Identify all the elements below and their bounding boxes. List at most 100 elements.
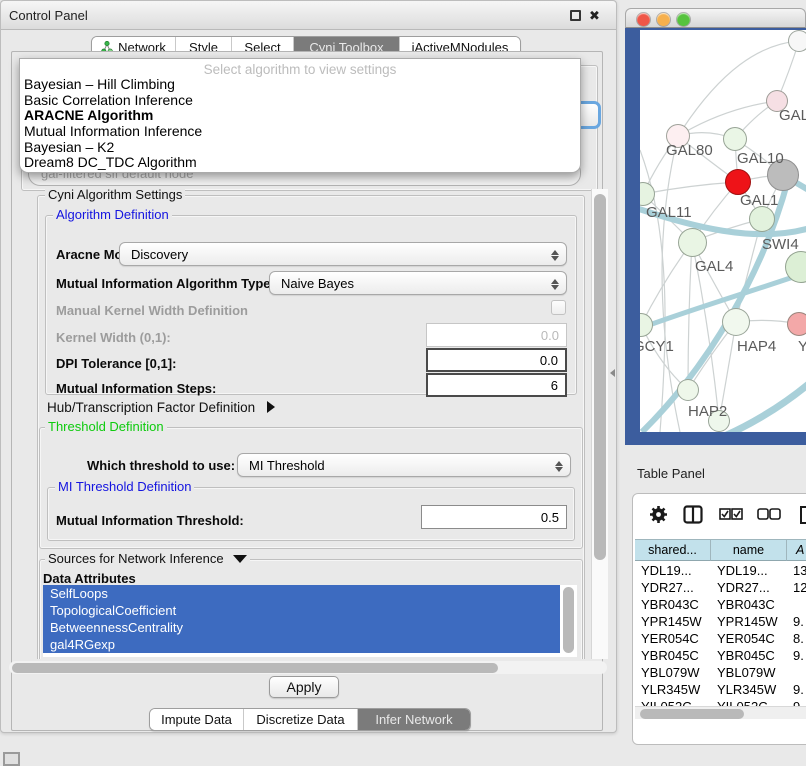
- control-panel-window: Control Panel ✖ Network Style Select: [0, 0, 617, 733]
- cell-name: YBR045C: [711, 648, 787, 663]
- manual-kernel-checkbox[interactable]: [551, 300, 566, 315]
- mi-steps-field[interactable]: 6: [426, 373, 567, 397]
- cell-shared-name: YER054C: [635, 631, 711, 646]
- window-title: Control Panel: [9, 8, 88, 23]
- cell-name: YBL079W: [711, 665, 787, 680]
- close-icon[interactable]: ✖: [589, 10, 600, 21]
- settings-scroll-viewport: Cyni Algorithm Settings Algorithm Defini…: [15, 187, 591, 659]
- chevron-down-icon: [233, 555, 247, 563]
- table-hscroll-thumb[interactable]: [640, 709, 744, 719]
- restore-panel-icon[interactable]: [3, 752, 20, 766]
- cell-name: YLR345W: [711, 682, 787, 697]
- deselect-all-icon[interactable]: [757, 508, 781, 520]
- table-row[interactable]: YLR345W YLR345W 9.: [635, 681, 806, 698]
- hub-section-label: Hub/Transcription Factor Definition: [47, 400, 255, 415]
- mi-type-value: Naive Bayes: [281, 276, 354, 291]
- algorithm-option[interactable]: Bayesian – Hill Climbing: [20, 77, 580, 93]
- tab-discretize-data[interactable]: Discretize Data: [244, 709, 358, 730]
- cell-value: 9.: [787, 648, 806, 663]
- settings-vscroll-thumb[interactable]: [594, 194, 606, 560]
- dpi-tolerance-label: DPI Tolerance [0,1]:: [56, 356, 176, 371]
- table-row[interactable]: YDL19... YDL19... 13: [635, 562, 806, 579]
- settings-hscroll-thumb[interactable]: [12, 663, 498, 673]
- list-scrollbar-thumb[interactable]: [563, 587, 574, 653]
- node-label: Y: [798, 338, 806, 355]
- network-node[interactable]: [749, 206, 775, 232]
- control-panel-titlebar[interactable]: Control Panel ✖: [1, 1, 616, 30]
- table-panel: shared... name A YDL19... YDL19... 13 YD…: [632, 493, 806, 745]
- cell-shared-name: YBR045C: [635, 648, 711, 663]
- node-label: SWI4: [762, 236, 799, 253]
- algorithm-option[interactable]: Basic Correlation Inference: [20, 93, 580, 109]
- algorithm-option[interactable]: Dream8 DC_TDC Algorithm: [20, 155, 580, 171]
- table-row[interactable]: YBR045C YBR045C 9.: [635, 647, 806, 664]
- cell-shared-name: YBL079W: [635, 665, 711, 680]
- node-label: GAL10: [737, 150, 784, 167]
- minimize-traffic-light-icon[interactable]: [657, 13, 670, 26]
- gear-icon[interactable]: [649, 505, 668, 524]
- hub-section-toggle[interactable]: Hub/Transcription Factor Definition: [47, 400, 275, 415]
- mi-threshold-label: Mutual Information Threshold:: [56, 513, 244, 528]
- column-header[interactable]: shared...: [635, 539, 711, 561]
- mi-type-label: Mutual Information Algorithm Type:: [56, 276, 275, 291]
- mi-type-combo[interactable]: Naive Bayes: [269, 271, 567, 295]
- settings-vertical-scrollbar[interactable]: [591, 189, 608, 659]
- tab-label: Impute Data: [161, 712, 232, 727]
- table-row[interactable]: YDR27... YDR27... 12: [635, 579, 806, 596]
- algorithm-option-selected[interactable]: ARACNE Algorithm: [20, 108, 580, 124]
- node-label: GAL11: [646, 204, 692, 221]
- new-table-icon[interactable]: [799, 505, 806, 525]
- mi-threshold-field[interactable]: 0.5: [421, 505, 567, 529]
- table-horizontal-scrollbar[interactable]: [635, 706, 806, 719]
- zoom-traffic-light-icon[interactable]: [677, 13, 690, 26]
- cell-shared-name: YBR043C: [635, 597, 711, 612]
- sources-group-title[interactable]: Sources for Network Inference: [45, 552, 250, 566]
- algorithm-option[interactable]: Bayesian – K2: [20, 140, 580, 156]
- cell-name: YER054C: [711, 631, 787, 646]
- which-threshold-combo[interactable]: MI Threshold: [237, 453, 571, 477]
- data-attributes-label: Data Attributes: [43, 571, 136, 586]
- network-node[interactable]: [677, 379, 699, 401]
- network-view-frame: GAL8 GAL80 GAL10 GAL1 GAL11 SWI4 GAL4 GC…: [625, 28, 806, 445]
- close-traffic-light-icon[interactable]: [637, 13, 650, 26]
- select-all-icon[interactable]: [719, 508, 743, 520]
- network-node[interactable]: [722, 308, 750, 336]
- columns-icon[interactable]: [683, 505, 703, 524]
- settings-horizontal-scrollbar[interactable]: [9, 661, 607, 674]
- network-canvas[interactable]: GAL8 GAL80 GAL10 GAL1 GAL11 SWI4 GAL4 GC…: [640, 30, 806, 432]
- list-item[interactable]: TopologicalCoefficient: [43, 602, 560, 619]
- cell-value: 13: [787, 563, 806, 578]
- network-node[interactable]: [788, 30, 806, 52]
- cell-value: 9.: [787, 682, 806, 697]
- node-label: HAP4: [737, 338, 776, 355]
- dpi-tolerance-field[interactable]: 0.0: [426, 348, 567, 372]
- settings-group-title: Cyni Algorithm Settings: [45, 188, 185, 202]
- kernel-width-field[interactable]: 0.0: [426, 323, 567, 347]
- network-window-titlebar[interactable]: [625, 8, 806, 28]
- stepper-arrows-icon: [550, 276, 559, 292]
- table-row[interactable]: YBL079W YBL079W: [635, 664, 806, 681]
- apply-button[interactable]: Apply: [269, 676, 339, 698]
- table-row[interactable]: YBR043C YBR043C: [635, 596, 806, 613]
- tab-label: Infer Network: [375, 712, 452, 727]
- network-node[interactable]: [723, 127, 747, 151]
- network-node[interactable]: [787, 312, 806, 336]
- node-label: GAL80: [666, 142, 713, 159]
- table-row[interactable]: YER054C YER054C 8.: [635, 630, 806, 647]
- column-header[interactable]: name: [711, 539, 787, 561]
- threshold-definition-title: Threshold Definition: [45, 420, 167, 434]
- aracne-mode-combo[interactable]: Discovery: [119, 242, 567, 266]
- column-header[interactable]: A: [787, 539, 806, 561]
- panel-collapse-arrow-icon[interactable]: [610, 369, 615, 377]
- node-label: HAP2: [688, 403, 727, 420]
- tab-infer-network[interactable]: Infer Network: [358, 709, 470, 730]
- list-item[interactable]: SelfLoops: [43, 585, 560, 602]
- tab-impute-data[interactable]: Impute Data: [150, 709, 244, 730]
- list-item[interactable]: BetweennessCentrality: [43, 619, 560, 636]
- list-item[interactable]: gal4RGexp: [43, 636, 560, 653]
- network-node[interactable]: [678, 228, 707, 257]
- table-row[interactable]: YPR145W YPR145W 9.: [635, 613, 806, 630]
- cell-value: 8.: [787, 631, 806, 646]
- algorithm-option[interactable]: Mutual Information Inference: [20, 124, 580, 140]
- float-window-icon[interactable]: [570, 10, 581, 21]
